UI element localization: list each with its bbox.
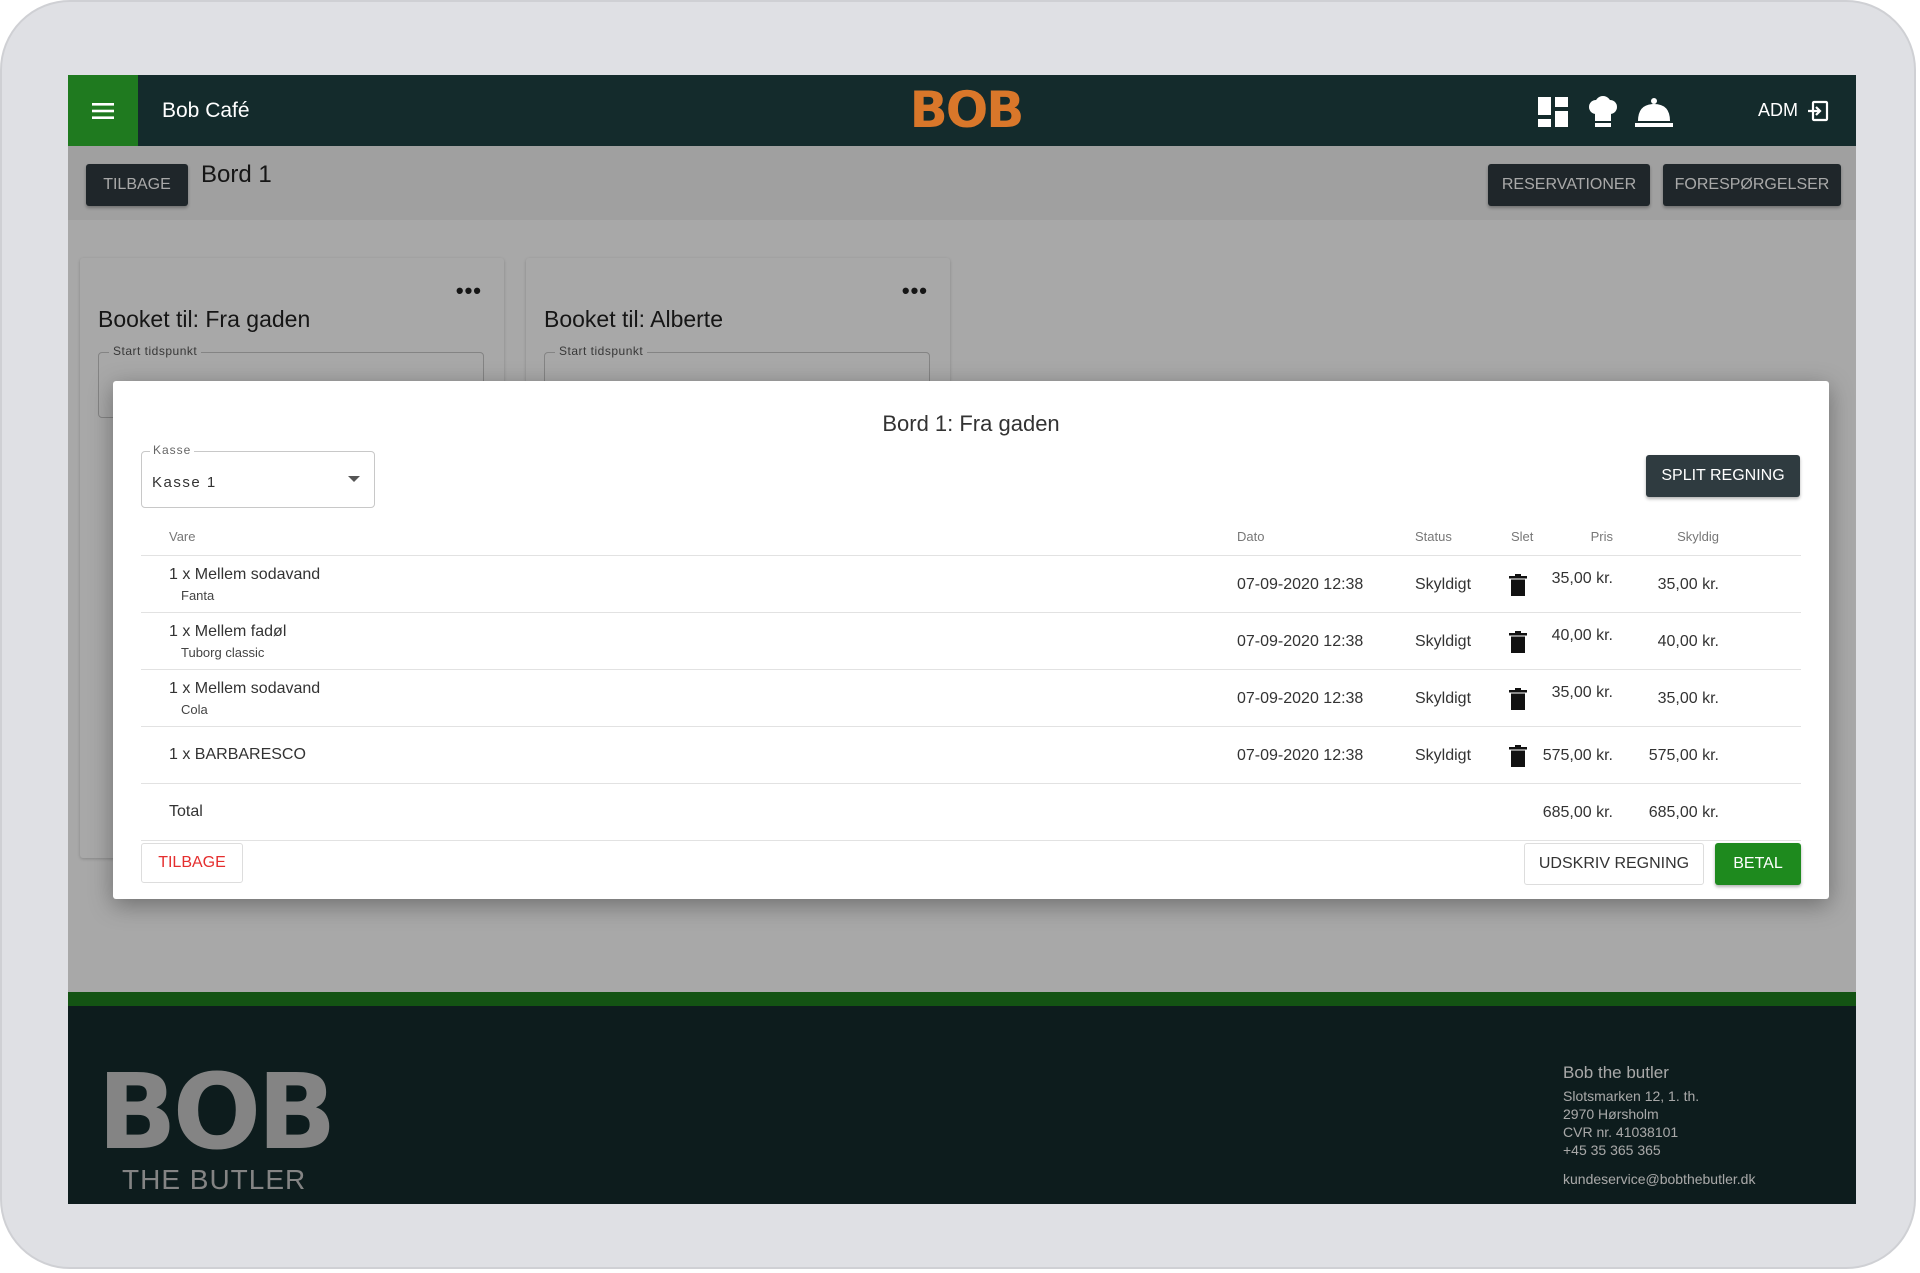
item-owed: 40,00 kr.: [1657, 633, 1719, 650]
item-name: 1 x Mellem fadøl: [169, 623, 287, 640]
item-owed: 35,00 kr.: [1657, 690, 1719, 707]
trash-icon[interactable]: [1509, 574, 1527, 596]
service-bell-icon[interactable]: [1634, 95, 1674, 129]
item-date: 07-09-2020 12:38: [1237, 690, 1364, 707]
item-status: Skyldigt: [1415, 747, 1472, 764]
dialog-back-button[interactable]: TILBAGE: [141, 843, 243, 883]
table-row: 1 x Mellem sodavand Fanta 07-09-2020 12:…: [141, 556, 1801, 613]
col-skyldig: Skyldig: [1677, 529, 1719, 544]
dialog-title: Bord 1: Fra gaden: [882, 411, 1060, 436]
app-title: Bob Café: [162, 99, 250, 122]
user-menu[interactable]: ADM: [1758, 75, 1830, 146]
total-label: Total: [169, 803, 203, 820]
table-row: 1 x BARBARESCO 07-09-2020 12:38 Skyldigt…: [141, 727, 1801, 784]
user-label: ADM: [1758, 100, 1798, 120]
col-dato: Dato: [1237, 529, 1265, 544]
item-status: Skyldigt: [1415, 633, 1472, 650]
trash-icon[interactable]: [1509, 688, 1527, 710]
split-bill-button[interactable]: SPLIT REGNING: [1646, 455, 1800, 497]
trash-icon[interactable]: [1509, 745, 1527, 767]
item-variant: Fanta: [181, 588, 215, 603]
item-status: Skyldigt: [1415, 690, 1472, 707]
item-name: 1 x BARBARESCO: [169, 746, 306, 763]
total-row: Total 685,00 kr. 685,00 kr.: [141, 784, 1801, 841]
table-header: Vare Dato Status Pris Skyldig Slet: [141, 521, 1801, 556]
col-status: Status: [1415, 529, 1452, 544]
item-date: 07-09-2020 12:38: [1237, 633, 1364, 650]
logo-text: BOB: [910, 84, 1023, 134]
item-owed: 575,00 kr.: [1648, 747, 1719, 764]
trash-icon[interactable]: [1509, 631, 1527, 653]
item-price: 40,00 kr.: [1551, 627, 1613, 644]
item-date: 07-09-2020 12:38: [1237, 576, 1364, 593]
total-owed: 685,00 kr.: [1648, 804, 1719, 821]
chef-hat-icon[interactable]: [1586, 95, 1620, 129]
item-status: Skyldigt: [1415, 576, 1472, 593]
bob-logo-icon: BOB: [910, 84, 1025, 134]
item-price: 35,00 kr.: [1551, 570, 1613, 587]
col-pris: Pris: [1590, 529, 1613, 544]
col-vare: Vare: [169, 529, 196, 544]
item-price: 35,00 kr.: [1551, 684, 1613, 701]
logout-icon: [1808, 100, 1829, 121]
hamburger-icon: [92, 102, 114, 119]
tablet-frame: Bob Café BOB ADM TILBAGE Bord 1 RESERVAT…: [0, 0, 1916, 1269]
kasse-select[interactable]: Kasse Kasse 1: [141, 443, 375, 508]
item-variant: Cola: [181, 702, 208, 717]
col-slet: Slet: [1511, 529, 1534, 544]
item-owed: 35,00 kr.: [1657, 576, 1719, 593]
item-date: 07-09-2020 12:38: [1237, 747, 1364, 764]
top-bar: Bob Café BOB ADM: [68, 75, 1856, 146]
dashboard-icon[interactable]: [1536, 95, 1570, 129]
kasse-value: Kasse 1: [152, 474, 217, 491]
table-row: 1 x Mellem fadøl Tuborg classic 07-09-20…: [141, 613, 1801, 670]
bill-table: Vare Dato Status Pris Skyldig Slet 1 x M…: [141, 521, 1801, 841]
total-price: 685,00 kr.: [1542, 804, 1613, 821]
bill-dialog: Bord 1: Fra gaden Kasse Kasse 1 SPLIT RE…: [113, 381, 1829, 899]
item-name: 1 x Mellem sodavand: [169, 680, 321, 697]
pay-button[interactable]: BETAL: [1715, 843, 1801, 885]
item-variant: Tuborg classic: [181, 645, 265, 660]
caret-down-icon: [348, 476, 360, 482]
table-row: 1 x Mellem sodavand Cola 07-09-2020 12:3…: [141, 670, 1801, 727]
menu-button[interactable]: [68, 75, 138, 146]
item-price: 575,00 kr.: [1542, 747, 1613, 764]
kasse-label: Kasse: [150, 443, 195, 457]
print-bill-button[interactable]: UDSKRIV REGNING: [1524, 843, 1704, 885]
item-name: 1 x Mellem sodavand: [169, 566, 321, 583]
